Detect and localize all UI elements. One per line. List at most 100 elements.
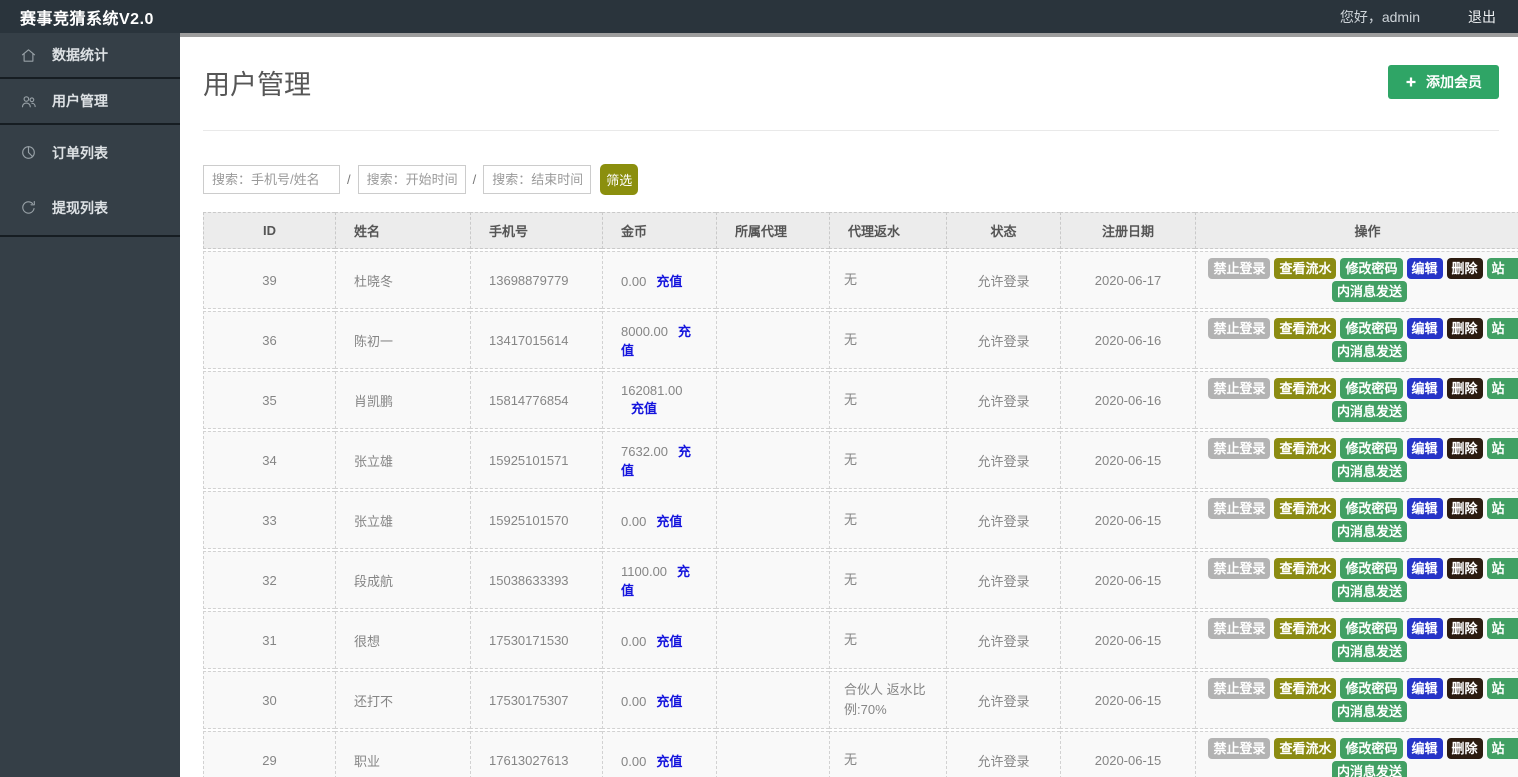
recharge-link[interactable]: 充值 [631, 401, 657, 416]
forbid-login-button[interactable]: 禁止登录 [1208, 258, 1271, 279]
cell-date: 2020-06-16 [1060, 311, 1195, 369]
sidebar-item-data-stats[interactable]: 数据统计 [0, 33, 180, 77]
delete-button[interactable]: 删除 [1446, 258, 1483, 279]
cell-coins: 162081.00 充值 [602, 371, 716, 429]
send-message-button[interactable]: 站 [1486, 438, 1518, 459]
forbid-login-button[interactable]: 禁止登录 [1208, 738, 1271, 760]
send-message-button[interactable]: 站 [1486, 738, 1518, 760]
app-title: 赛事竞猜系统V2.0 [20, 10, 154, 28]
recharge-link[interactable]: 充值 [656, 274, 682, 289]
logout-button[interactable]: 退出 [1468, 7, 1496, 27]
forbid-login-button[interactable]: 禁止登录 [1208, 498, 1271, 519]
change-password-button[interactable]: 修改密码 [1340, 738, 1403, 760]
view-flow-button[interactable]: 查看流水 [1274, 378, 1337, 399]
delete-button[interactable]: 删除 [1446, 558, 1483, 579]
view-flow-button[interactable]: 查看流水 [1274, 258, 1337, 279]
sidebar-item-label: 用户管理 [52, 93, 108, 109]
forbid-login-button[interactable]: 禁止登录 [1208, 558, 1271, 579]
filter-submit-button[interactable]: 筛选 [600, 164, 639, 195]
header-divider [203, 130, 1499, 131]
edit-button[interactable]: 编辑 [1406, 618, 1443, 639]
recharge-link[interactable]: 充值 [656, 754, 682, 769]
delete-button[interactable]: 删除 [1446, 498, 1483, 519]
edit-button[interactable]: 编辑 [1406, 558, 1443, 579]
forbid-login-button[interactable]: 禁止登录 [1208, 678, 1271, 700]
edit-button[interactable]: 编辑 [1406, 738, 1443, 760]
cell-agent [716, 731, 829, 777]
sidebar-item-order-list[interactable]: 订单列表 [0, 125, 180, 180]
edit-button[interactable]: 编辑 [1406, 498, 1443, 519]
table-body: 39 杜晓冬 13698879779 0.00 充值 无 允许登录 2020-06… [203, 251, 1518, 777]
send-message-button[interactable]: 站 [1486, 258, 1518, 279]
change-password-button[interactable]: 修改密码 [1340, 318, 1403, 339]
view-flow-button[interactable]: 查看流水 [1274, 618, 1337, 639]
view-flow-button[interactable]: 查看流水 [1274, 558, 1337, 579]
send-message-button[interactable]: 站 [1486, 558, 1518, 579]
send-message-button[interactable]: 站 [1486, 318, 1518, 339]
send-message-button[interactable]: 内消息发送 [1331, 341, 1407, 362]
recharge-link[interactable]: 充值 [656, 634, 682, 649]
send-message-button[interactable]: 内消息发送 [1331, 281, 1407, 302]
send-message-button[interactable]: 站 [1486, 678, 1518, 700]
change-password-button[interactable]: 修改密码 [1340, 678, 1403, 700]
delete-button[interactable]: 删除 [1446, 738, 1483, 760]
edit-button[interactable]: 编辑 [1406, 678, 1443, 700]
delete-button[interactable]: 删除 [1446, 678, 1483, 700]
send-message-button[interactable]: 内消息发送 [1331, 401, 1407, 422]
cell-status: 允许登录 [946, 611, 1060, 669]
send-message-button[interactable]: 内消息发送 [1331, 761, 1407, 777]
delete-button[interactable]: 删除 [1446, 318, 1483, 339]
change-password-button[interactable]: 修改密码 [1340, 558, 1403, 579]
header-agent: 所属代理 [716, 212, 829, 249]
change-password-button[interactable]: 修改密码 [1340, 378, 1403, 399]
sidebar-item-user-management[interactable]: 用户管理 [0, 79, 180, 123]
cell-actions: 禁止登录 查看流水 修改密码 编辑 删除站内消息发送 [1195, 311, 1518, 369]
forbid-login-button[interactable]: 禁止登录 [1208, 438, 1271, 459]
cell-name: 肖凯鹏 [335, 371, 470, 429]
delete-button[interactable]: 删除 [1446, 618, 1483, 639]
view-flow-button[interactable]: 查看流水 [1274, 438, 1337, 459]
forbid-login-button[interactable]: 禁止登录 [1208, 618, 1271, 639]
forbid-login-button[interactable]: 禁止登录 [1208, 378, 1271, 399]
send-message-button[interactable]: 内消息发送 [1331, 581, 1407, 602]
delete-button[interactable]: 删除 [1446, 438, 1483, 459]
header-date: 注册日期 [1060, 212, 1195, 249]
change-password-button[interactable]: 修改密码 [1340, 258, 1403, 279]
view-flow-button[interactable]: 查看流水 [1274, 318, 1337, 339]
send-message-button[interactable]: 站 [1486, 498, 1518, 519]
edit-button[interactable]: 编辑 [1406, 438, 1443, 459]
change-password-button[interactable]: 修改密码 [1340, 618, 1403, 639]
search-end-time-input[interactable] [483, 165, 592, 194]
cell-phone: 17530175307 [470, 671, 602, 730]
cell-status: 允许登录 [946, 551, 1060, 609]
edit-button[interactable]: 编辑 [1406, 318, 1443, 339]
send-message-button[interactable]: 内消息发送 [1331, 641, 1407, 662]
send-message-button[interactable]: 内消息发送 [1331, 461, 1407, 482]
edit-button[interactable]: 编辑 [1406, 378, 1443, 399]
search-start-time-input[interactable] [357, 165, 466, 194]
send-message-button[interactable]: 站 [1486, 378, 1518, 399]
view-flow-button[interactable]: 查看流水 [1274, 738, 1337, 760]
send-message-button[interactable]: 内消息发送 [1331, 701, 1407, 723]
recharge-link[interactable]: 充值 [656, 514, 682, 529]
change-password-button[interactable]: 修改密码 [1340, 438, 1403, 459]
search-keyword-input[interactable] [203, 165, 340, 194]
cell-actions: 禁止登录 查看流水 修改密码 编辑 删除站内消息发送 [1195, 731, 1518, 777]
change-password-button[interactable]: 修改密码 [1340, 498, 1403, 519]
table-header-row: ID 姓名 手机号 金币 所属代理 代理返水 状态 注册日期 操作 [203, 212, 1518, 249]
delete-button[interactable]: 删除 [1446, 378, 1483, 399]
cell-coins: 0.00 充值 [602, 251, 716, 309]
cell-coins: 1100.00 充值 [602, 551, 716, 609]
send-message-button[interactable]: 内消息发送 [1331, 521, 1407, 542]
cell-coins: 0.00 充值 [602, 671, 716, 730]
sidebar-item-withdraw-list[interactable]: 提现列表 [0, 180, 180, 235]
recharge-link[interactable]: 充值 [656, 694, 682, 709]
add-member-button[interactable]: 添加会员 [1388, 65, 1499, 99]
coin-amount: 0.00 [621, 513, 647, 529]
view-flow-button[interactable]: 查看流水 [1274, 498, 1337, 519]
view-flow-button[interactable]: 查看流水 [1274, 678, 1337, 700]
forbid-login-button[interactable]: 禁止登录 [1208, 318, 1271, 339]
send-message-button[interactable]: 站 [1486, 618, 1518, 639]
cell-status: 允许登录 [946, 311, 1060, 369]
edit-button[interactable]: 编辑 [1406, 258, 1443, 279]
